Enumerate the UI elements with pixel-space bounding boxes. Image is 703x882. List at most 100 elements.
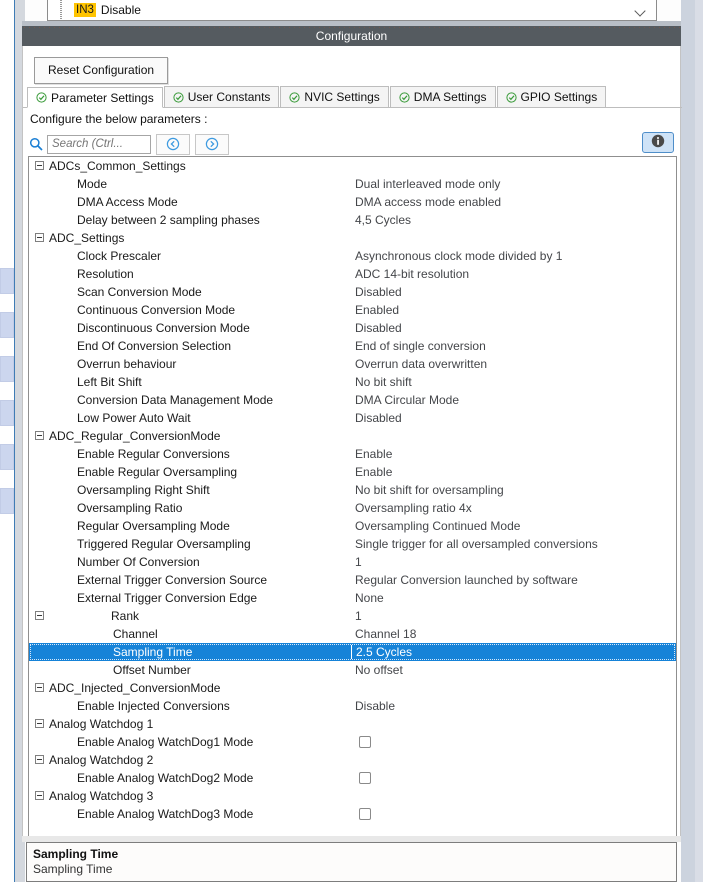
pin-stub[interactable] <box>0 268 14 294</box>
tree-row-value[interactable]: Channel 18 <box>355 627 416 641</box>
tree-row[interactable]: Continuous Conversion Mode Enabled <box>29 301 676 319</box>
tree-row[interactable]: ADC_Regular_ConversionMode <box>29 427 676 445</box>
tree-row[interactable]: Sampling Time 2.5 Cycles <box>29 643 676 661</box>
tab-parameter-settings[interactable]: Parameter Settings <box>27 87 163 108</box>
enable-checkbox[interactable] <box>359 772 371 784</box>
tree-row[interactable]: Enable Regular Oversampling Enable <box>29 463 676 481</box>
tree-row[interactable]: Oversampling Right Shift No bit shift for… <box>29 481 676 499</box>
expander-collapse-icon[interactable] <box>35 431 44 440</box>
tree-row[interactable]: Scan Conversion Mode Disabled <box>29 283 676 301</box>
pin-stub[interactable] <box>0 312 14 338</box>
pin-mode-combobox-row[interactable]: IN3 Disable <box>47 0 657 21</box>
tree-row-value[interactable]: Oversampling Continued Mode <box>355 519 520 533</box>
search-prev-button[interactable] <box>156 133 190 155</box>
tree-row[interactable]: Discontinuous Conversion Mode Disabled <box>29 319 676 337</box>
tree-connector-dots <box>48 0 74 20</box>
tree-row-value[interactable]: Enabled <box>355 303 399 317</box>
tree-row[interactable]: Offset Number No offset <box>29 661 676 679</box>
info-button[interactable] <box>642 132 674 153</box>
expander-collapse-icon[interactable] <box>35 161 44 170</box>
pin-stub[interactable] <box>0 488 14 514</box>
tree-row-value[interactable]: Enable <box>355 465 392 479</box>
tree-row-checkbox[interactable]: Enable Analog WatchDog1 Mode <box>29 733 676 751</box>
tree-row[interactable]: ADC_Settings <box>29 229 676 247</box>
tree-row-value[interactable]: Regular Conversion launched by software <box>355 573 578 587</box>
tree-row-value[interactable]: Dual interleaved mode only <box>355 177 500 191</box>
enable-checkbox[interactable] <box>359 736 371 748</box>
expander-collapse-icon[interactable] <box>35 611 44 620</box>
tree-row[interactable]: Low Power Auto Wait Disabled <box>29 409 676 427</box>
tree-row[interactable]: Clock Prescaler Asynchronous clock mode d… <box>29 247 676 265</box>
tree-row-value[interactable]: Disable <box>355 699 395 713</box>
tree-row-value[interactable]: 1 <box>355 555 362 569</box>
search-input[interactable] <box>47 134 151 154</box>
tree-row-checkbox[interactable]: Enable Analog WatchDog3 Mode <box>29 805 676 823</box>
expander-collapse-icon[interactable] <box>35 791 44 800</box>
tree-row-checkbox[interactable]: Enable Analog WatchDog2 Mode <box>29 769 676 787</box>
tree-row-value[interactable]: 2.5 Cycles <box>351 645 413 659</box>
tab-user-constants[interactable]: User Constants <box>163 86 280 107</box>
expander-collapse-icon[interactable] <box>35 719 44 728</box>
tree-row[interactable]: Analog Watchdog 1 <box>29 715 676 733</box>
tree-row-label: Mode <box>77 177 108 191</box>
parameter-tree[interactable]: ADCs_Common_Settings Mode Dual interleaved… <box>28 156 677 838</box>
tree-row[interactable]: ADCs_Common_Settings <box>29 157 676 175</box>
tree-row-value[interactable]: 1 <box>355 609 362 623</box>
tab-dma-settings[interactable]: DMA Settings <box>389 86 496 107</box>
pin-stub[interactable] <box>0 444 14 470</box>
tree-row[interactable]: Triggered Regular Oversampling Single tri… <box>29 535 676 553</box>
chevron-down-icon[interactable] <box>636 7 647 14</box>
tree-row[interactable]: ADC_Injected_ConversionMode <box>29 679 676 697</box>
tree-row-value[interactable]: No bit shift for oversampling <box>355 483 504 497</box>
tree-row[interactable]: Number Of Conversion 1 <box>29 553 676 571</box>
tree-row[interactable]: Mode Dual interleaved mode only <box>29 175 676 193</box>
pin-stub[interactable] <box>0 356 14 382</box>
pin-stub[interactable] <box>0 400 14 426</box>
tree-row[interactable]: Channel Channel 18 <box>29 625 676 643</box>
tree-row[interactable]: Enable Injected Conversions Disable <box>29 697 676 715</box>
tree-row[interactable]: Analog Watchdog 2 <box>29 751 676 769</box>
tree-row[interactable]: Regular Oversampling Mode Oversampling Co… <box>29 517 676 535</box>
tree-row-label: Analog Watchdog 3 <box>49 789 154 803</box>
tree-row-value[interactable]: None <box>355 591 384 605</box>
tree-row-value[interactable]: Asynchronous clock mode divided by 1 <box>355 249 562 263</box>
expander-collapse-icon[interactable] <box>35 755 44 764</box>
tree-row-value[interactable]: Enable <box>355 447 392 461</box>
tree-row[interactable]: Left Bit Shift No bit shift <box>29 373 676 391</box>
tree-row-value[interactable]: DMA Circular Mode <box>355 393 459 407</box>
tree-row[interactable]: End Of Conversion Selection End of single… <box>29 337 676 355</box>
tab-gpio-settings[interactable]: GPIO Settings <box>496 86 607 107</box>
tree-row-value[interactable]: Oversampling ratio 4x <box>355 501 472 515</box>
enable-checkbox[interactable] <box>359 808 371 820</box>
tree-row[interactable]: External Trigger Conversion Source Regula… <box>29 571 676 589</box>
reset-configuration-button[interactable]: Reset Configuration <box>34 57 169 84</box>
tree-row-value[interactable]: Disabled <box>355 321 402 335</box>
tree-row-value[interactable]: Single trigger for all oversampled conve… <box>355 537 598 551</box>
tree-row-value[interactable]: End of single conversion <box>355 339 486 353</box>
tree-row[interactable]: External Trigger Conversion Edge None <box>29 589 676 607</box>
tab-nvic-settings[interactable]: NVIC Settings <box>280 86 389 107</box>
tree-row[interactable]: DMA Access Mode DMA access mode enabled <box>29 193 676 211</box>
tree-row[interactable]: Enable Regular Conversions Enable <box>29 445 676 463</box>
tree-row-value[interactable]: 4,5 Cycles <box>355 213 411 227</box>
tab-label: GPIO Settings <box>520 90 598 104</box>
tree-row-value[interactable]: Overrun data overwritten <box>355 357 487 371</box>
tree-row[interactable]: Delay between 2 sampling phases 4,5 Cycle… <box>29 211 676 229</box>
tree-row[interactable]: Overrun behaviour Overrun data overwritte… <box>29 355 676 373</box>
search-next-button[interactable] <box>195 133 229 155</box>
tree-row-value[interactable]: ADC 14-bit resolution <box>355 267 469 281</box>
tree-row-label: Oversampling Right Shift <box>77 483 210 497</box>
expander-collapse-icon[interactable] <box>35 683 44 692</box>
tree-row-value[interactable]: No bit shift <box>355 375 412 389</box>
tree-row[interactable]: Oversampling Ratio Oversampling ratio 4x <box>29 499 676 517</box>
tree-row-label: Triggered Regular Oversampling <box>77 537 251 551</box>
expander-collapse-icon[interactable] <box>35 233 44 242</box>
tree-row-value[interactable]: Disabled <box>355 285 402 299</box>
tree-row[interactable]: Analog Watchdog 3 <box>29 787 676 805</box>
tree-row-value[interactable]: No offset <box>355 663 403 677</box>
tree-row[interactable]: Rank 1 <box>29 607 676 625</box>
tree-row-value[interactable]: Disabled <box>355 411 402 425</box>
tree-row[interactable]: Resolution ADC 14-bit resolution <box>29 265 676 283</box>
tree-row[interactable]: Conversion Data Management Mode DMA Circu… <box>29 391 676 409</box>
tree-row-value[interactable]: DMA access mode enabled <box>355 195 501 209</box>
